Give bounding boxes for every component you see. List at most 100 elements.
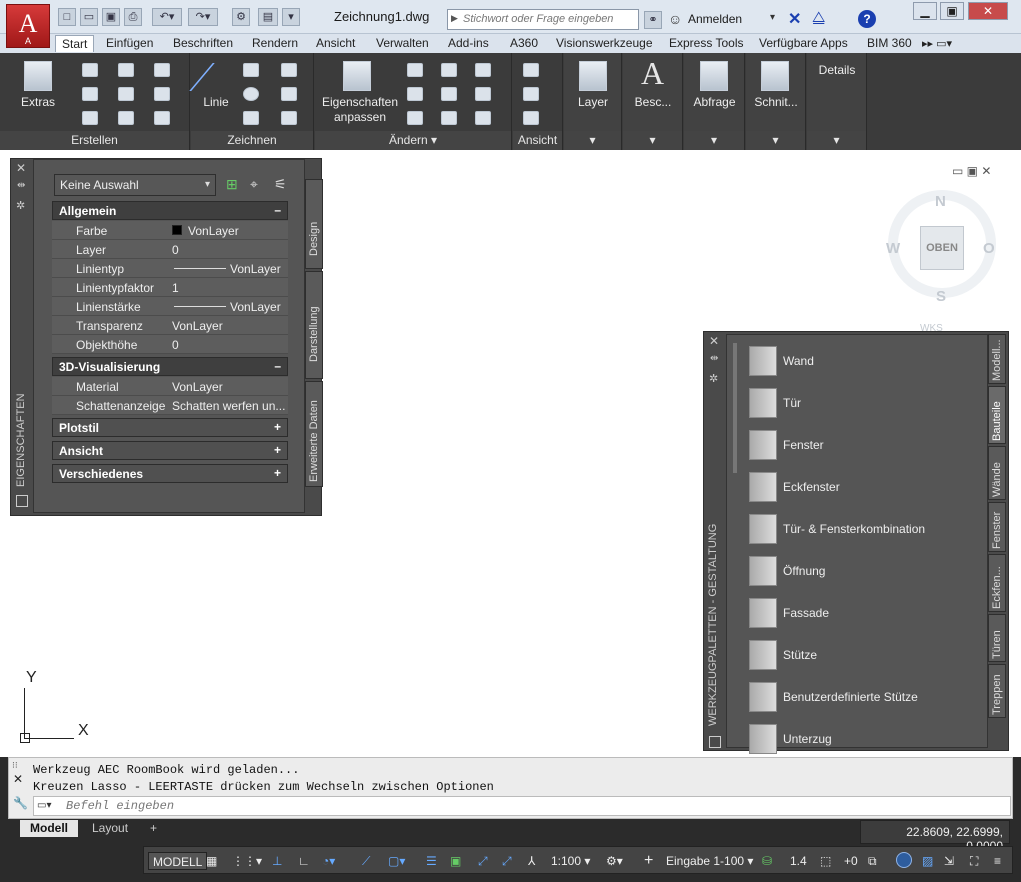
chevron-down-icon[interactable]: ▾ [205,175,217,195]
tab-layout[interactable]: Layout [82,820,138,837]
move-icon[interactable] [407,63,423,77]
binoculars-icon[interactable]: ⚭ [644,11,662,29]
fullscreen-icon[interactable]: ⛶ [970,852,978,870]
wrench-icon[interactable]: 🔧 [13,796,28,810]
table-tool-icon[interactable] [82,111,98,125]
workspace-icon[interactable]: ⚙ [232,8,250,26]
sign-in-button[interactable]: Anmelden [688,12,742,26]
tool-palette-tab[interactable]: Eckfen... [988,554,1006,612]
match-properties-label-2[interactable]: anpassen [320,110,400,125]
viewcube-top-face[interactable]: OBEN [920,226,964,270]
ortho-icon[interactable]: ∟ [298,852,310,870]
property-value[interactable]: VonLayer [230,262,344,276]
panel-label-ansicht[interactable]: Ansicht [513,131,562,150]
lineweight-icon[interactable]: ☰ [426,852,437,870]
rotate-icon[interactable] [441,63,457,77]
a360-icon[interactable]: ⧋ [812,9,825,26]
tab-a360[interactable]: A360 [504,35,544,52]
property-value[interactable]: 0 [172,243,286,257]
group-allgemein[interactable]: Allgemein – [52,201,288,220]
tool-palette-tab[interactable]: Modell... [988,334,1006,384]
line-button[interactable]: Linie [196,95,236,110]
new-icon[interactable]: □ [58,8,76,26]
tab-addins[interactable]: Add-ins [442,35,495,52]
open-icon[interactable]: ▭ [80,8,98,26]
help-icon[interactable]: ? [858,10,876,28]
circle-icon[interactable] [243,87,259,101]
workspace-gear-icon[interactable]: ⚙▾ [606,852,623,870]
collapse-icon[interactable]: – [274,203,281,217]
hatch-icon[interactable] [281,87,297,101]
layer-key-icon[interactable]: ⇲ [944,852,954,870]
settings-icon[interactable]: ✲ [709,372,718,385]
close-icon[interactable]: ✕ [709,334,719,348]
roof-tool-icon[interactable] [154,111,170,125]
group-verschiedenes[interactable]: Verschiedenes + [52,464,288,483]
customize-icon[interactable]: ≡ [994,852,1001,870]
trim-icon[interactable] [407,87,423,101]
section-button[interactable]: Schnit... [746,95,806,110]
settings-icon[interactable]: ✲ [16,199,25,212]
polar-icon[interactable]: ◔▾ [322,852,335,870]
property-value[interactable]: VonLayer [188,224,302,238]
property-value[interactable]: VonLayer [230,300,344,314]
save-icon[interactable]: ▣ [102,8,120,26]
stretch-icon[interactable] [407,111,423,125]
tab-darstellung[interactable]: Darstellung [305,271,323,379]
annotation-monitor-icon[interactable]: + [644,852,653,870]
exchange-icon[interactable]: ✕ [788,9,801,29]
tab-rendern[interactable]: Rendern [246,35,304,52]
details-button[interactable]: Details [807,63,867,78]
property-row[interactable]: Linienstärke VonLayer [52,297,288,316]
property-value[interactable]: VonLayer [172,319,286,333]
expand-icon[interactable]: + [274,420,281,434]
transparency-icon[interactable]: ▣ [450,852,461,870]
polyline-icon[interactable] [243,63,259,77]
close-button[interactable]: ✕ [968,2,1008,20]
application-menu-button[interactable]: AA [6,4,50,48]
tab-verfuegbare-apps[interactable]: Verfügbare Apps [753,35,854,52]
expand-icon[interactable]: + [274,443,281,457]
print-icon[interactable]: ⎙ [124,8,142,26]
mirror-icon[interactable] [475,87,491,101]
property-value[interactable]: VonLayer [172,380,286,394]
property-row[interactable]: Farbe VonLayer [52,221,288,240]
property-row[interactable]: Linientyp VonLayer [52,259,288,278]
tab-express-tools[interactable]: Express Tools [663,35,749,52]
property-value[interactable]: Schatten werfen un... [172,399,286,413]
fillet-icon[interactable] [441,111,457,125]
layer-expand[interactable]: ▾ [564,131,621,150]
tab-bim360[interactable]: BIM 360 [861,35,918,52]
isodraft-icon[interactable]: ⟋ [362,852,370,870]
collapse-icon[interactable]: – [274,359,281,373]
units-dropdown[interactable]: Eingabe 1-100 ▾ [666,852,753,870]
stair-tool-icon[interactable] [118,87,134,101]
quick-select-icon[interactable]: ⊞ [226,176,238,193]
search-input[interactable]: Stichwort oder Frage eingeben [447,9,639,30]
autohide-icon[interactable]: ⇹ [710,353,718,364]
slab-tool-icon[interactable] [118,111,134,125]
scrollbar[interactable] [733,343,737,473]
copy-icon[interactable] [441,87,457,101]
tool-item[interactable]: Öffnung [749,550,979,592]
tool-item[interactable]: Wand [749,340,979,382]
annotation-expand[interactable]: ▾ [623,131,682,150]
section-expand[interactable]: ▾ [746,131,805,150]
tool-palette-tab[interactable]: Fenster [988,502,1006,552]
close-icon[interactable]: ✕ [13,772,23,786]
chevron-down-icon[interactable]: ▾ [770,12,775,23]
quick-access-dropdown-icon[interactable]: ▾ [282,8,300,26]
tab-verwalten[interactable]: Verwalten [370,35,435,52]
panel-label-aendern[interactable]: Ändern ▾ [315,131,511,150]
property-value[interactable]: 1 [172,281,286,295]
inquiry-expand[interactable]: ▾ [684,131,744,150]
grid-tool-icon[interactable] [154,63,170,77]
tool-item[interactable]: Tür [749,382,979,424]
property-row[interactable]: Transparenz VonLayer [52,316,288,335]
hardware-icon[interactable]: ⧉ [868,852,877,870]
boundary-icon[interactable] [281,111,297,125]
layer-button[interactable]: Layer [564,95,622,110]
view-hide-icon[interactable] [523,111,539,125]
tab-model[interactable]: Modell [20,820,78,837]
tab-start[interactable]: Start [55,35,95,52]
